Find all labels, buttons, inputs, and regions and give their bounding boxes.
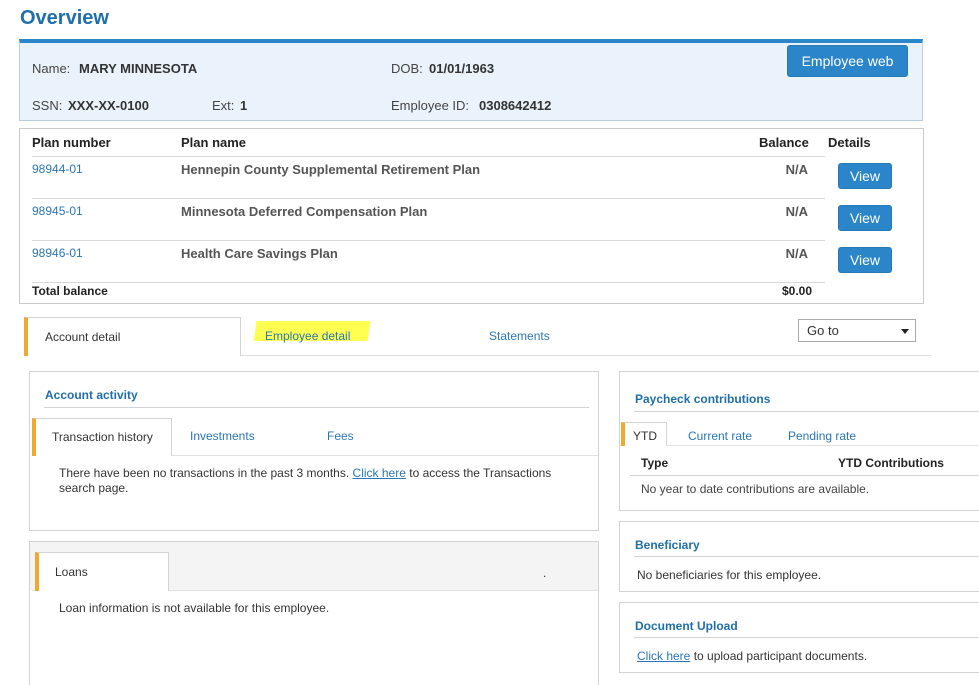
- document-upload-message: Click here to upload participant documen…: [637, 649, 867, 663]
- beneficiary-panel: Beneficiary No beneficiaries for this em…: [619, 521, 979, 592]
- col-header-type: Type: [641, 456, 669, 470]
- plans-table: Plan number Plan name Balance Details 98…: [19, 128, 924, 304]
- tab-label: Transaction history: [52, 430, 153, 444]
- goto-selected: Go to: [807, 323, 839, 338]
- col-header-ytd-contributions: YTD Contributions: [838, 456, 944, 470]
- ssn-label: SSN:: [32, 98, 63, 113]
- paycheck-contributions-panel: Paycheck contributions YTD Current rate …: [619, 371, 979, 511]
- loans-message: Loan information is not available for th…: [59, 601, 330, 615]
- dob-label: DOB:: [391, 61, 423, 76]
- message-text: to upload participant documents.: [693, 649, 868, 663]
- plan-name: Hennepin County Supplemental Retirement …: [181, 162, 481, 177]
- upload-click-here-link[interactable]: Click here: [637, 649, 690, 663]
- beneficiary-message: No beneficiaries for this employee.: [637, 568, 822, 582]
- tab-account-detail[interactable]: Account detail: [24, 317, 241, 356]
- employee-id-label: Employee ID:: [391, 98, 470, 113]
- page-title: Overview: [20, 7, 109, 29]
- tab-statements[interactable]: Statements: [489, 329, 550, 343]
- name-label: Name:: [32, 61, 71, 76]
- message-text: search page.: [59, 481, 129, 495]
- plan-name: Minnesota Deferred Compensation Plan: [181, 204, 428, 219]
- tab-transaction-history[interactable]: Transaction history: [32, 418, 172, 456]
- tab-ytd[interactable]: YTD: [621, 422, 667, 446]
- plan-balance: N/A: [785, 246, 808, 261]
- tab-investments[interactable]: Investments: [190, 429, 255, 443]
- employee-id-value: 0308642412: [479, 98, 552, 113]
- employee-summary: Name: MARY MINNESOTA DOB: 01/01/1963 SSN…: [19, 39, 923, 121]
- message-text: There have been no transactions in the p…: [59, 466, 350, 480]
- chevron-down-icon: [901, 329, 909, 334]
- ext-label: Ext:: [212, 98, 235, 113]
- view-plan-button[interactable]: View: [838, 205, 892, 231]
- plan-balance: N/A: [785, 162, 808, 177]
- total-balance-label: Total balance: [32, 284, 108, 298]
- account-activity-title: Account activity: [45, 388, 138, 402]
- beneficiary-title: Beneficiary: [635, 538, 700, 552]
- contributions-empty-message: No year to date contributions are availa…: [641, 482, 870, 496]
- tab-label: Employee detail: [265, 329, 351, 343]
- tab-loans[interactable]: Loans: [35, 552, 169, 591]
- col-header-balance: Balance: [759, 135, 809, 150]
- view-plan-button[interactable]: View: [838, 247, 892, 273]
- document-upload-panel: Document Upload Click here to upload par…: [619, 602, 979, 673]
- col-header-plan-name: Plan name: [181, 135, 247, 150]
- total-balance-value: $0.00: [781, 284, 812, 298]
- tab-label: YTD: [633, 429, 657, 443]
- ssn-value: XXX-XX-0100: [68, 98, 149, 113]
- tab-label: Loans: [55, 565, 88, 579]
- tab-label: Account detail: [45, 330, 121, 344]
- plan-number-link[interactable]: 98946-01: [32, 246, 83, 260]
- document-upload-title: Document Upload: [635, 619, 738, 633]
- tab-pending-rate[interactable]: Pending rate: [788, 429, 856, 443]
- transactions-message: There have been no transactions in the p…: [59, 466, 594, 496]
- plan-name: Health Care Savings Plan: [181, 246, 338, 261]
- transactions-click-here-link[interactable]: Click here: [353, 466, 406, 480]
- employee-web-button[interactable]: Employee web: [787, 45, 908, 77]
- ext-value: 1: [240, 98, 248, 113]
- plan-balance: N/A: [785, 204, 808, 219]
- view-plan-button[interactable]: View: [838, 163, 892, 189]
- tab-current-rate[interactable]: Current rate: [688, 429, 752, 443]
- plan-number-link[interactable]: 98945-01: [32, 204, 83, 218]
- message-text: to access the Transactions: [409, 466, 552, 480]
- paycheck-contributions-title: Paycheck contributions: [635, 392, 771, 406]
- tab-fees[interactable]: Fees: [327, 429, 354, 443]
- account-activity-panel: Account activity Transaction history Inv…: [29, 371, 599, 531]
- tab-employee-detail[interactable]: Employee detail: [253, 321, 371, 343]
- dob-value: 01/01/1963: [429, 61, 495, 76]
- plan-number-link[interactable]: 98944-01: [32, 162, 83, 176]
- col-header-plan-number: Plan number: [32, 135, 111, 150]
- employee-name: MARY MINNESOTA: [79, 61, 198, 76]
- col-header-details: Details: [828, 135, 871, 150]
- goto-select[interactable]: Go to: [798, 319, 916, 342]
- separator-dot: .: [543, 566, 547, 580]
- loans-panel: Loans . Loan information is not availabl…: [29, 541, 599, 685]
